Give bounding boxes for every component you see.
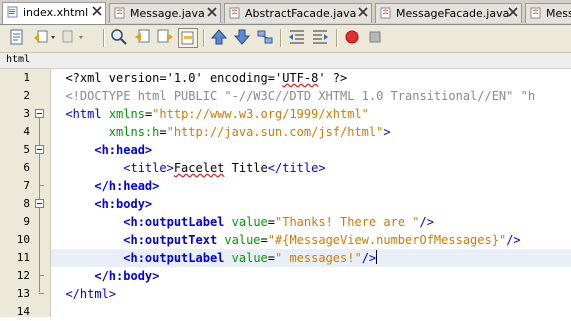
find-next-icon (157, 29, 173, 43)
line-number: 3 (23, 107, 30, 120)
toggle-bookmark-icon (257, 30, 273, 44)
line-number: 6 (23, 161, 30, 174)
tab-index-xhtml[interactable]: index.xhtml (2, 2, 106, 24)
tab-label: Message.java (130, 7, 205, 20)
shift-right-button[interactable] (311, 28, 331, 48)
tab-label: MessageFacade.java (396, 7, 510, 20)
java-file-icon (229, 7, 240, 19)
line-number: 13 (16, 287, 30, 300)
line-number: 12 (16, 269, 30, 282)
java-file-icon (114, 7, 125, 19)
code-line: <!DOCTYPE html PUBLIC "-//W3C//DTD XHTML… (65, 89, 536, 103)
stop-macro-icon (369, 31, 381, 43)
close-icon[interactable] (207, 7, 217, 17)
code-line: <html xmlns="http://www.w3.org/1999/xhtm… (65, 107, 369, 121)
line-number: 10 (16, 233, 30, 246)
back-history-icon (34, 30, 55, 43)
breadcrumb: html (0, 53, 571, 69)
code-line: <title>Facelet Title</title> (123, 161, 326, 175)
line-number: 4 (23, 125, 30, 138)
line-number: 5 (23, 143, 30, 156)
code-line: <h:outputLabel value="Thanks! There are … (123, 215, 434, 229)
toggle-highlight-button[interactable] (178, 28, 198, 48)
toolbar-separator (336, 29, 338, 47)
toolbar-separator (203, 29, 205, 47)
code-editor[interactable]: <?xml version='1.0' encoding='UTF-8' ?> … (51, 69, 571, 317)
find-button[interactable] (110, 28, 130, 48)
toolbar-separator (280, 29, 282, 47)
line-number: 7 (23, 179, 30, 192)
fold-end-marker (39, 293, 44, 294)
fold-toggle-html[interactable] (35, 109, 44, 118)
text-caret (376, 250, 378, 264)
java-file-icon (380, 7, 391, 19)
source-view-icon (10, 29, 23, 45)
find-previous-button[interactable] (134, 28, 154, 48)
start-macro-icon (345, 30, 359, 44)
stop-macro-button[interactable] (366, 28, 386, 48)
line-number: 14 (16, 305, 30, 318)
close-icon[interactable] (358, 7, 368, 17)
tab-messagefacade-java[interactable]: MessageFacade.java (375, 3, 522, 23)
forward-history-icon (62, 30, 83, 43)
find-next-button[interactable] (156, 28, 176, 48)
fold-toggle-body[interactable] (35, 199, 44, 208)
line-number: 2 (23, 89, 30, 102)
java-file-icon (530, 7, 541, 19)
breadcrumb-item-html[interactable]: html (6, 54, 30, 65)
next-bookmark-button[interactable] (233, 28, 253, 48)
shift-left-button[interactable] (288, 28, 308, 48)
editor-toolbar (0, 25, 571, 53)
tab-messa-truncated[interactable]: Messa (525, 3, 571, 23)
tab-label: Messa (546, 7, 571, 20)
code-line-current: <h:outputLabel value=" messages!"/> (51, 249, 571, 267)
xhtml-file-icon (7, 6, 18, 18)
fold-toggle-head[interactable] (35, 145, 44, 154)
line-number: 1 (23, 71, 30, 84)
source-view-button[interactable] (8, 28, 28, 48)
tab-abstractfacade-java[interactable]: AbstractFacade.java (224, 3, 372, 23)
line-number: 9 (23, 215, 30, 228)
code-line: <h:body> (94, 197, 153, 211)
code-line: </html> (65, 287, 117, 301)
forward-history-button[interactable] (60, 28, 86, 48)
code-line: <h:head> (94, 143, 153, 157)
code-line: <h:outputText value="#{MessageView.numbe… (123, 233, 521, 247)
tab-label: AbstractFacade.java (245, 7, 357, 20)
tab-message-java[interactable]: Message.java (109, 3, 221, 23)
line-number-gutter: 1 2 3 4 5 6 7 8 9 10 11 12 13 14 (0, 69, 51, 318)
fold-end-marker (39, 275, 44, 276)
shift-right-icon (313, 30, 328, 44)
toolbar-separator (103, 29, 105, 47)
toggle-highlight-icon (181, 31, 194, 45)
line-number: 11 (16, 251, 30, 264)
previous-bookmark-button[interactable] (210, 28, 230, 48)
editor-tab-bar: index.xhtml Message.java AbstractFacade.… (0, 0, 571, 25)
close-icon[interactable] (508, 7, 518, 17)
code-line: </h:body> (94, 269, 160, 283)
tab-label: index.xhtml (23, 6, 89, 19)
code-line: </h:head> (94, 179, 160, 193)
start-macro-button[interactable] (343, 28, 363, 48)
code-line: <?xml version='1.0' encoding='UTF-8' ?> (65, 71, 348, 85)
fold-end-marker (39, 185, 44, 186)
next-bookmark-icon (233, 29, 251, 45)
find-icon (111, 29, 127, 45)
toggle-bookmark-button[interactable] (256, 28, 276, 48)
previous-bookmark-icon (210, 29, 228, 45)
find-previous-icon (135, 29, 150, 43)
close-icon[interactable] (92, 6, 102, 16)
back-history-button[interactable] (32, 28, 58, 48)
code-line: xmlns:h="http://java.sun.com/jsf/html"> (108, 125, 391, 139)
line-number: 8 (23, 197, 30, 210)
shift-left-icon (289, 30, 304, 44)
